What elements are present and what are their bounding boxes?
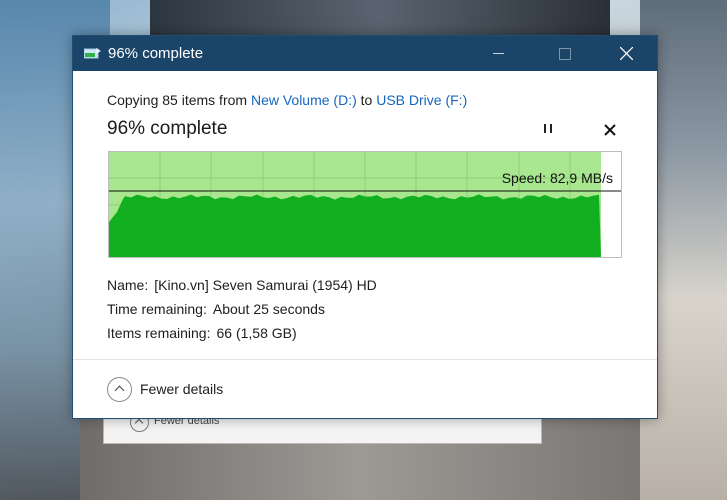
time-remaining-label: Time remaining: [107,301,207,317]
name-row: Name: [Kino.vn] Seven Samurai (1954) HD [107,273,377,297]
destination-link[interactable]: USB Drive (F:) [376,92,467,108]
minimize-button[interactable] [476,36,522,71]
speed-graph-canvas [109,152,621,257]
speed-readout: Speed: 82,9 MB/s [501,170,613,186]
cancel-icon [604,124,616,136]
maximize-icon [559,48,571,60]
copy-details: Name: [Kino.vn] Seven Samurai (1954) HD T… [107,273,377,345]
speed-history-fill [109,194,601,257]
name-value: [Kino.vn] Seven Samurai (1954) HD [154,277,377,293]
copy-progress-icon [84,48,101,59]
window-title: 96% complete [108,45,204,62]
cancel-copy-button[interactable] [599,120,621,140]
wallpaper-top [150,0,610,40]
title-bar[interactable]: 96% complete [73,36,657,71]
source-link[interactable]: New Volume (D:) [251,92,357,108]
to-word: to [360,92,373,108]
fewer-details-toggle[interactable]: Fewer details [107,376,247,402]
pause-icon-bar-left [544,124,546,133]
pause-button[interactable] [539,120,559,140]
copy-description: Copying 85 items from New Volume (D:) to… [107,92,467,108]
pause-icon-bar-right [550,124,552,133]
footer-divider [73,359,657,360]
items-remaining-row: Items remaining: 66 (1,58 GB) [107,321,377,345]
fewer-details-label: Fewer details [140,381,224,397]
close-button[interactable] [604,36,650,71]
time-remaining-value: About 25 seconds [212,301,325,317]
transfer-speed-graph: Speed: 82,9 MB/s [108,151,622,258]
items-remaining-label: Items remaining: [107,325,211,341]
copy-prefix: Copying 85 items from [107,92,248,108]
name-label: Name: [107,277,149,293]
progress-percent-label: 96% complete [107,118,228,139]
file-copy-dialog: 96% complete Copying 85 items from New V… [72,35,658,419]
close-icon [620,47,633,60]
time-remaining-row: Time remaining: About 25 seconds [107,297,377,321]
maximize-button[interactable] [542,36,588,71]
chevron-up-icon[interactable] [107,377,132,402]
items-remaining-value: 66 (1,58 GB) [216,325,297,341]
minimize-icon [493,53,504,54]
